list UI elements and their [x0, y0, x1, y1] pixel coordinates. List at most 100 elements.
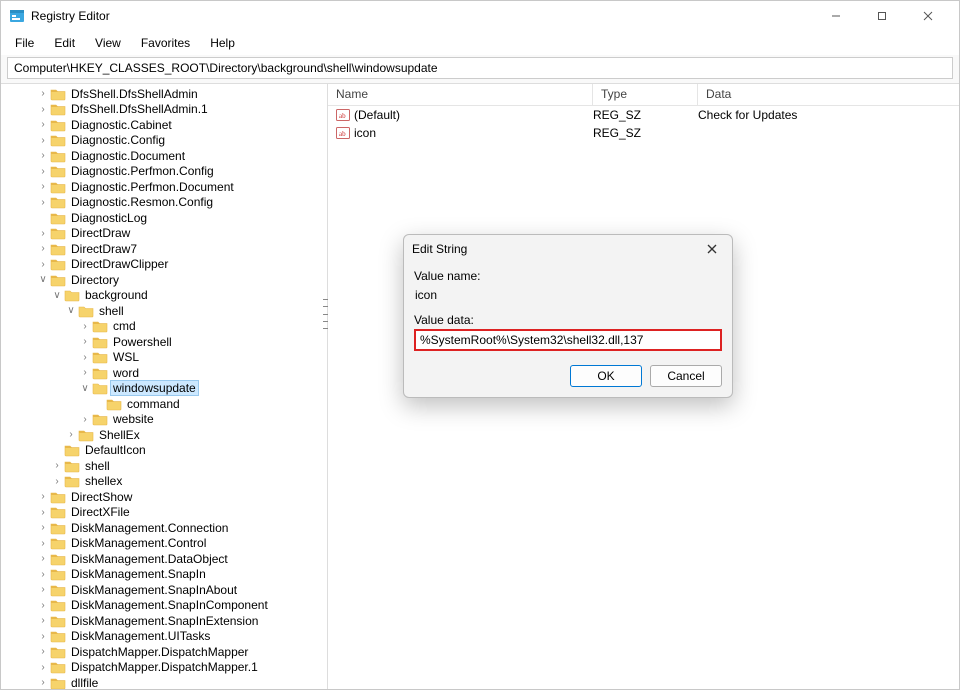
- menu-help[interactable]: Help: [202, 34, 243, 52]
- splitter-handle[interactable]: [323, 299, 328, 329]
- tree-item[interactable]: › word: [1, 365, 327, 381]
- expand-toggle[interactable]: ›: [37, 600, 49, 611]
- expand-toggle[interactable]: ›: [37, 228, 49, 239]
- folder-icon: [92, 319, 108, 333]
- expand-toggle[interactable]: ›: [79, 336, 91, 347]
- expand-toggle[interactable]: ›: [37, 615, 49, 626]
- tree-item-label: DiskManagement.SnapIn: [69, 567, 208, 581]
- tree-item[interactable]: › WSL: [1, 350, 327, 366]
- expand-toggle[interactable]: ›: [37, 662, 49, 673]
- tree-item-label: DirectXFile: [69, 505, 132, 519]
- tree-item[interactable]: command: [1, 396, 327, 412]
- dialog-close-button[interactable]: [700, 237, 724, 261]
- expand-toggle[interactable]: ›: [79, 367, 91, 378]
- expand-toggle[interactable]: ∨: [51, 290, 63, 301]
- tree-item[interactable]: › DirectDraw7: [1, 241, 327, 257]
- value-row[interactable]: ab (Default)REG_SZCheck for Updates: [328, 106, 959, 124]
- expand-toggle[interactable]: ›: [79, 352, 91, 363]
- tree-item[interactable]: › DispatchMapper.DispatchMapper.1: [1, 660, 327, 676]
- expand-toggle[interactable]: ›: [37, 88, 49, 99]
- tree-item[interactable]: › DfsShell.DfsShellAdmin.1: [1, 102, 327, 118]
- tree-item[interactable]: › DiskManagement.Connection: [1, 520, 327, 536]
- expand-toggle[interactable]: ›: [79, 321, 91, 332]
- expand-toggle[interactable]: ›: [37, 259, 49, 270]
- expand-toggle[interactable]: ›: [51, 460, 63, 471]
- tree-item[interactable]: › DiskManagement.SnapIn: [1, 567, 327, 583]
- expand-toggle[interactable]: ›: [37, 150, 49, 161]
- tree-item[interactable]: › ShellEx: [1, 427, 327, 443]
- tree-item[interactable]: ∨ windowsupdate: [1, 381, 327, 397]
- tree-item[interactable]: ∨ shell: [1, 303, 327, 319]
- expand-toggle[interactable]: ›: [37, 181, 49, 192]
- tree-item[interactable]: › Diagnostic.Document: [1, 148, 327, 164]
- tree-item[interactable]: DefaultIcon: [1, 443, 327, 459]
- expand-toggle[interactable]: ∨: [65, 305, 77, 316]
- col-type[interactable]: Type: [593, 84, 698, 105]
- expand-toggle[interactable]: ›: [37, 522, 49, 533]
- expand-toggle[interactable]: ›: [37, 491, 49, 502]
- tree-item[interactable]: › DirectDrawClipper: [1, 257, 327, 273]
- expand-toggle[interactable]: ›: [37, 507, 49, 518]
- tree-pane[interactable]: › DfsShell.DfsShellAdmin› DfsShell.DfsSh…: [1, 84, 328, 689]
- tree-item-label: windowsupdate: [111, 381, 198, 395]
- expand-toggle[interactable]: ›: [37, 584, 49, 595]
- tree-item[interactable]: › Diagnostic.Config: [1, 133, 327, 149]
- col-data[interactable]: Data: [698, 84, 959, 105]
- tree-item[interactable]: › Diagnostic.Perfmon.Config: [1, 164, 327, 180]
- expand-toggle[interactable]: ∨: [37, 274, 49, 285]
- expand-toggle[interactable]: ›: [37, 166, 49, 177]
- tree-item[interactable]: ∨ background: [1, 288, 327, 304]
- tree-item[interactable]: › DiskManagement.DataObject: [1, 551, 327, 567]
- tree-item[interactable]: › cmd: [1, 319, 327, 335]
- menu-view[interactable]: View: [87, 34, 129, 52]
- minimize-button[interactable]: [813, 1, 859, 31]
- expand-toggle[interactable]: ›: [37, 538, 49, 549]
- address-bar[interactable]: Computer\HKEY_CLASSES_ROOT\Directory\bac…: [7, 57, 953, 79]
- ok-button[interactable]: OK: [570, 365, 642, 387]
- expand-toggle[interactable]: ›: [65, 429, 77, 440]
- menu-edit[interactable]: Edit: [46, 34, 83, 52]
- expand-toggle[interactable]: ›: [51, 476, 63, 487]
- tree-item[interactable]: › DirectShow: [1, 489, 327, 505]
- tree-item[interactable]: › DiskManagement.SnapInExtension: [1, 613, 327, 629]
- value-name-field[interactable]: [414, 285, 722, 305]
- col-name[interactable]: Name: [328, 84, 593, 105]
- expand-toggle[interactable]: ›: [79, 414, 91, 425]
- tree-item[interactable]: › Diagnostic.Perfmon.Document: [1, 179, 327, 195]
- tree-item[interactable]: › DirectDraw: [1, 226, 327, 242]
- maximize-button[interactable]: [859, 1, 905, 31]
- tree-item[interactable]: › DiskManagement.UITasks: [1, 629, 327, 645]
- tree-item[interactable]: › DfsShell.DfsShellAdmin: [1, 86, 327, 102]
- menu-favorites[interactable]: Favorites: [133, 34, 198, 52]
- tree-item[interactable]: › shell: [1, 458, 327, 474]
- expand-toggle[interactable]: ›: [37, 135, 49, 146]
- expand-toggle[interactable]: ›: [37, 553, 49, 564]
- tree-item[interactable]: DiagnosticLog: [1, 210, 327, 226]
- tree-item[interactable]: › Diagnostic.Cabinet: [1, 117, 327, 133]
- expand-toggle[interactable]: ›: [37, 197, 49, 208]
- tree-item[interactable]: › shellex: [1, 474, 327, 490]
- menu-file[interactable]: File: [7, 34, 42, 52]
- tree-item[interactable]: › dllfile: [1, 675, 327, 689]
- expand-toggle[interactable]: ›: [37, 119, 49, 130]
- expand-toggle[interactable]: ›: [37, 646, 49, 657]
- tree-item[interactable]: › DiskManagement.Control: [1, 536, 327, 552]
- expand-toggle[interactable]: ›: [37, 569, 49, 580]
- expand-toggle[interactable]: ∨: [79, 383, 91, 394]
- expand-toggle[interactable]: ›: [37, 104, 49, 115]
- tree-item[interactable]: › DispatchMapper.DispatchMapper: [1, 644, 327, 660]
- expand-toggle[interactable]: ›: [37, 677, 49, 688]
- tree-item[interactable]: › DiskManagement.SnapInComponent: [1, 598, 327, 614]
- value-data-field[interactable]: [414, 329, 722, 351]
- tree-item[interactable]: › DiskManagement.SnapInAbout: [1, 582, 327, 598]
- cancel-button[interactable]: Cancel: [650, 365, 722, 387]
- tree-item[interactable]: › Diagnostic.Resmon.Config: [1, 195, 327, 211]
- tree-item[interactable]: ∨ Directory: [1, 272, 327, 288]
- close-button[interactable]: [905, 1, 951, 31]
- tree-item[interactable]: › website: [1, 412, 327, 428]
- expand-toggle[interactable]: ›: [37, 243, 49, 254]
- expand-toggle[interactable]: ›: [37, 631, 49, 642]
- tree-item[interactable]: › Powershell: [1, 334, 327, 350]
- tree-item[interactable]: › DirectXFile: [1, 505, 327, 521]
- value-row[interactable]: ab iconREG_SZ: [328, 124, 959, 142]
